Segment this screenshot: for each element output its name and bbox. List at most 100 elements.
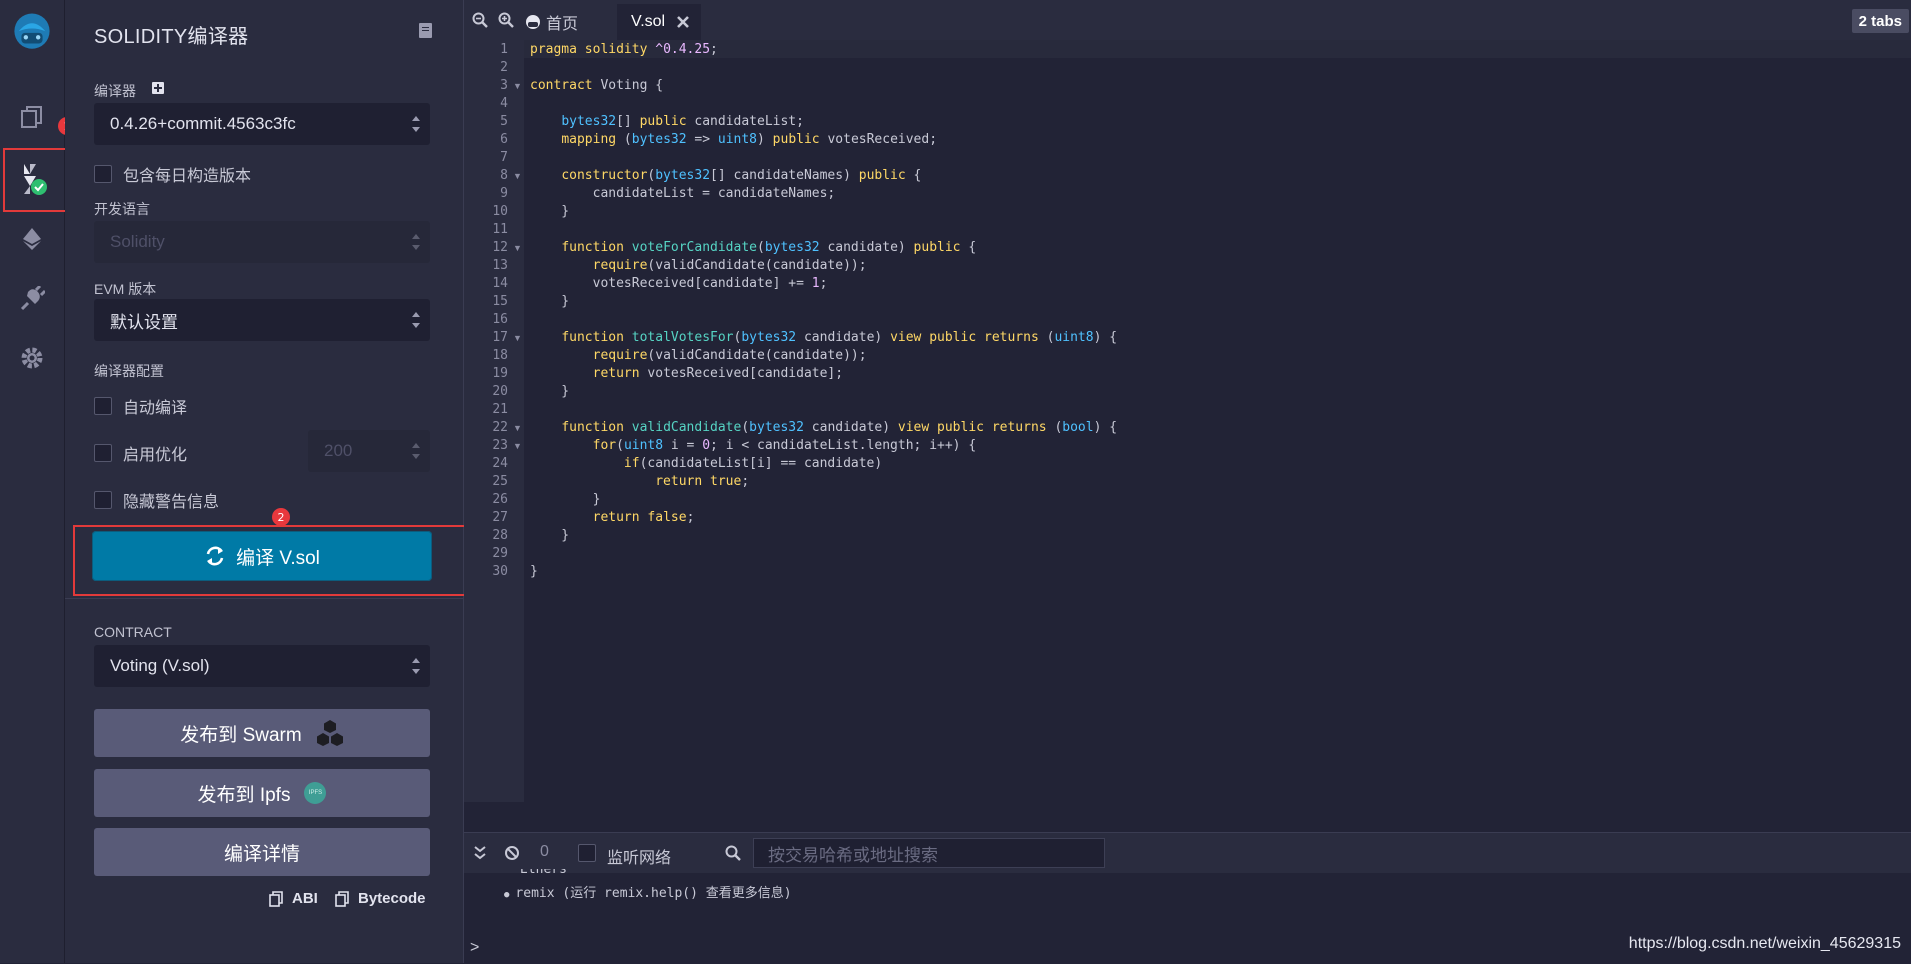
code-line: return votesReceived[candidate]; — [592, 366, 844, 381]
fold-arrow-icon[interactable]: ▼ — [513, 171, 522, 181]
line-number: 17 — [492, 330, 508, 345]
add-compiler-icon[interactable] — [152, 82, 164, 94]
terminal-log-line: ● remix (运行 remix.help() 查看更多信息) — [504, 886, 792, 901]
publish-swarm-label: 发布到 Swarm — [180, 724, 302, 746]
editor-gutter: 1 2 3 ▼ 4 5 6 7 8 ▼ 9 10 11 12 ▼ 13 14 15 16 17 ▼ 18 19 20 21 22 ▼… — [464, 40, 524, 802]
compile-details-button[interactable]: 编译详情 — [94, 828, 430, 876]
active-line-highlight — [524, 40, 1911, 58]
contract-select[interactable]: Voting (V.sol) — [94, 645, 430, 687]
code-line: function validCandidate(bytes32 candidat… — [561, 420, 1118, 435]
contract-value: Voting (V.sol) — [110, 656, 210, 675]
code-line: } — [530, 294, 570, 309]
deploy-icon[interactable] — [10, 217, 54, 261]
tx-search-input[interactable]: 按交易哈希或地址搜索 — [753, 838, 1105, 868]
fold-arrow-icon[interactable]: ▼ — [513, 243, 522, 253]
auto-compile-checkbox[interactable] — [94, 397, 112, 415]
close-icon[interactable] — [677, 16, 690, 28]
abi-label: ABI — [292, 890, 318, 907]
terminal-log-text: remix (运行 remix.help() 查看更多信息) — [515, 886, 792, 901]
code-line: constructor(bytes32[] candidateNames) pu… — [561, 168, 922, 183]
hide-warnings-checkbox[interactable] — [94, 491, 112, 509]
zoom-out-icon[interactable] — [472, 12, 488, 28]
terminal-prompt[interactable]: > — [470, 939, 479, 957]
search-icon — [725, 845, 741, 861]
optimize-runs-value: 200 — [324, 441, 353, 460]
nightly-label: 包含每日构造版本 — [123, 168, 252, 185]
code-editor[interactable]: pragma solidity ^0.4.25; contract Voting … — [524, 40, 1911, 802]
bytecode-label: Bytecode — [358, 890, 426, 907]
nightly-checkbox-row[interactable]: 包含每日构造版本 — [94, 162, 251, 186]
fold-arrow-icon[interactable]: ▼ — [513, 423, 522, 433]
line-number: 7 — [500, 150, 508, 165]
tab-home[interactable]: 首页 — [524, 4, 578, 40]
line-number: 14 — [492, 276, 508, 291]
code-line: for(uint8 i = 0; i < candidateList.lengt… — [592, 438, 977, 453]
compiler-label: 编译器 — [94, 83, 136, 99]
tab-file-label: V.sol — [631, 13, 666, 30]
terminal-toolbar: 0 监听网络 按交易哈希或地址搜索 — [464, 833, 1911, 873]
select-arrows-icon — [412, 116, 420, 132]
plugin-manager-icon[interactable] — [10, 277, 54, 321]
code-line: votesReceived[candidate] += 1; — [530, 276, 828, 291]
line-number: 24 — [492, 456, 508, 471]
tabs-count-label: 2 tabs — [1858, 12, 1902, 30]
code-line: } — [530, 492, 601, 507]
terminal-partial-line: Ethers — [520, 869, 567, 877]
file-explorer-icon[interactable] — [10, 95, 54, 139]
line-number: 22 — [492, 420, 508, 435]
select-arrows-icon — [412, 234, 420, 250]
highlight-compiler-icon — [3, 148, 74, 212]
line-number: 2 — [500, 60, 508, 75]
line-number: 20 — [492, 384, 508, 399]
line-number: 5 — [500, 114, 508, 129]
line-number: 11 — [492, 222, 508, 237]
compiler-version-select[interactable]: 0.4.26+commit.4563c3fc — [94, 103, 430, 145]
code-line: bytes32[] public candidateList; — [561, 114, 804, 129]
code-line: mapping (bytes32 => uint8) public votesR… — [561, 132, 938, 147]
publish-ipfs-label: 发布到 Ipfs — [197, 784, 291, 806]
line-number: 30 — [492, 564, 508, 579]
language-value: Solidity — [110, 232, 165, 251]
fold-arrow-icon[interactable]: ▼ — [513, 81, 522, 91]
line-number: 29 — [492, 546, 508, 561]
optimize-checkbox[interactable] — [94, 444, 112, 462]
line-number: 3 — [500, 78, 508, 93]
stepper-arrows-icon — [412, 443, 420, 459]
terminal-panel: 0 监听网络 按交易哈希或地址搜索 Ethers ● remix (运行 remi… — [464, 832, 1911, 964]
publish-swarm-button[interactable]: 发布到 Swarm — [94, 709, 430, 757]
copy-abi-button[interactable]: ABI — [269, 890, 318, 907]
swarm-icon — [316, 720, 343, 746]
tab-v-sol[interactable]: V.sol — [617, 4, 701, 40]
line-number: 10 — [492, 204, 508, 219]
toggle-terminal-icon[interactable] — [474, 846, 486, 860]
hide-warnings-row[interactable]: 隐藏警告信息 — [94, 488, 219, 512]
remix-logo-icon[interactable] — [10, 10, 54, 54]
publish-ipfs-button[interactable]: 发布到 Ipfs IPFS — [94, 769, 430, 817]
nightly-checkbox[interactable] — [94, 165, 112, 183]
code-line: } — [530, 204, 570, 219]
optimize-row[interactable]: 启用优化 — [94, 441, 187, 465]
clear-console-icon[interactable] — [504, 845, 520, 861]
select-arrows-icon — [412, 658, 420, 674]
zoom-in-icon[interactable] — [498, 12, 514, 28]
tabs-count-badge[interactable]: 2 tabs — [1851, 9, 1909, 33]
contract-label: CONTRACT — [94, 624, 172, 640]
code-line: function totalVotesFor(bytes32 candidate… — [561, 330, 1118, 345]
listen-network-checkbox[interactable] — [578, 844, 596, 862]
fold-arrow-icon[interactable]: ▼ — [513, 441, 522, 451]
compiler-version-value: 0.4.26+commit.4563c3fc — [110, 114, 296, 133]
copy-bytecode-button[interactable]: Bytecode — [335, 890, 426, 907]
settings-gear-icon[interactable] — [10, 336, 54, 380]
code-line: require(validCandidate(candidate)); — [592, 258, 867, 273]
code-line: if(candidateList[i] == candidate) — [623, 456, 883, 471]
evm-version-select[interactable]: 默认设置 — [94, 299, 430, 341]
docs-icon[interactable] — [419, 23, 432, 38]
fold-arrow-icon[interactable]: ▼ — [513, 333, 522, 343]
compile-details-label: 编译详情 — [223, 843, 300, 865]
auto-compile-row[interactable]: 自动编译 — [94, 394, 187, 418]
line-number: 4 — [500, 96, 508, 111]
watermark-url: https://blog.csdn.net/weixin_45629315 — [1628, 935, 1901, 952]
tab-home-label: 首页 — [546, 16, 579, 33]
line-number: 9 — [500, 186, 508, 201]
line-number: 16 — [492, 312, 508, 327]
